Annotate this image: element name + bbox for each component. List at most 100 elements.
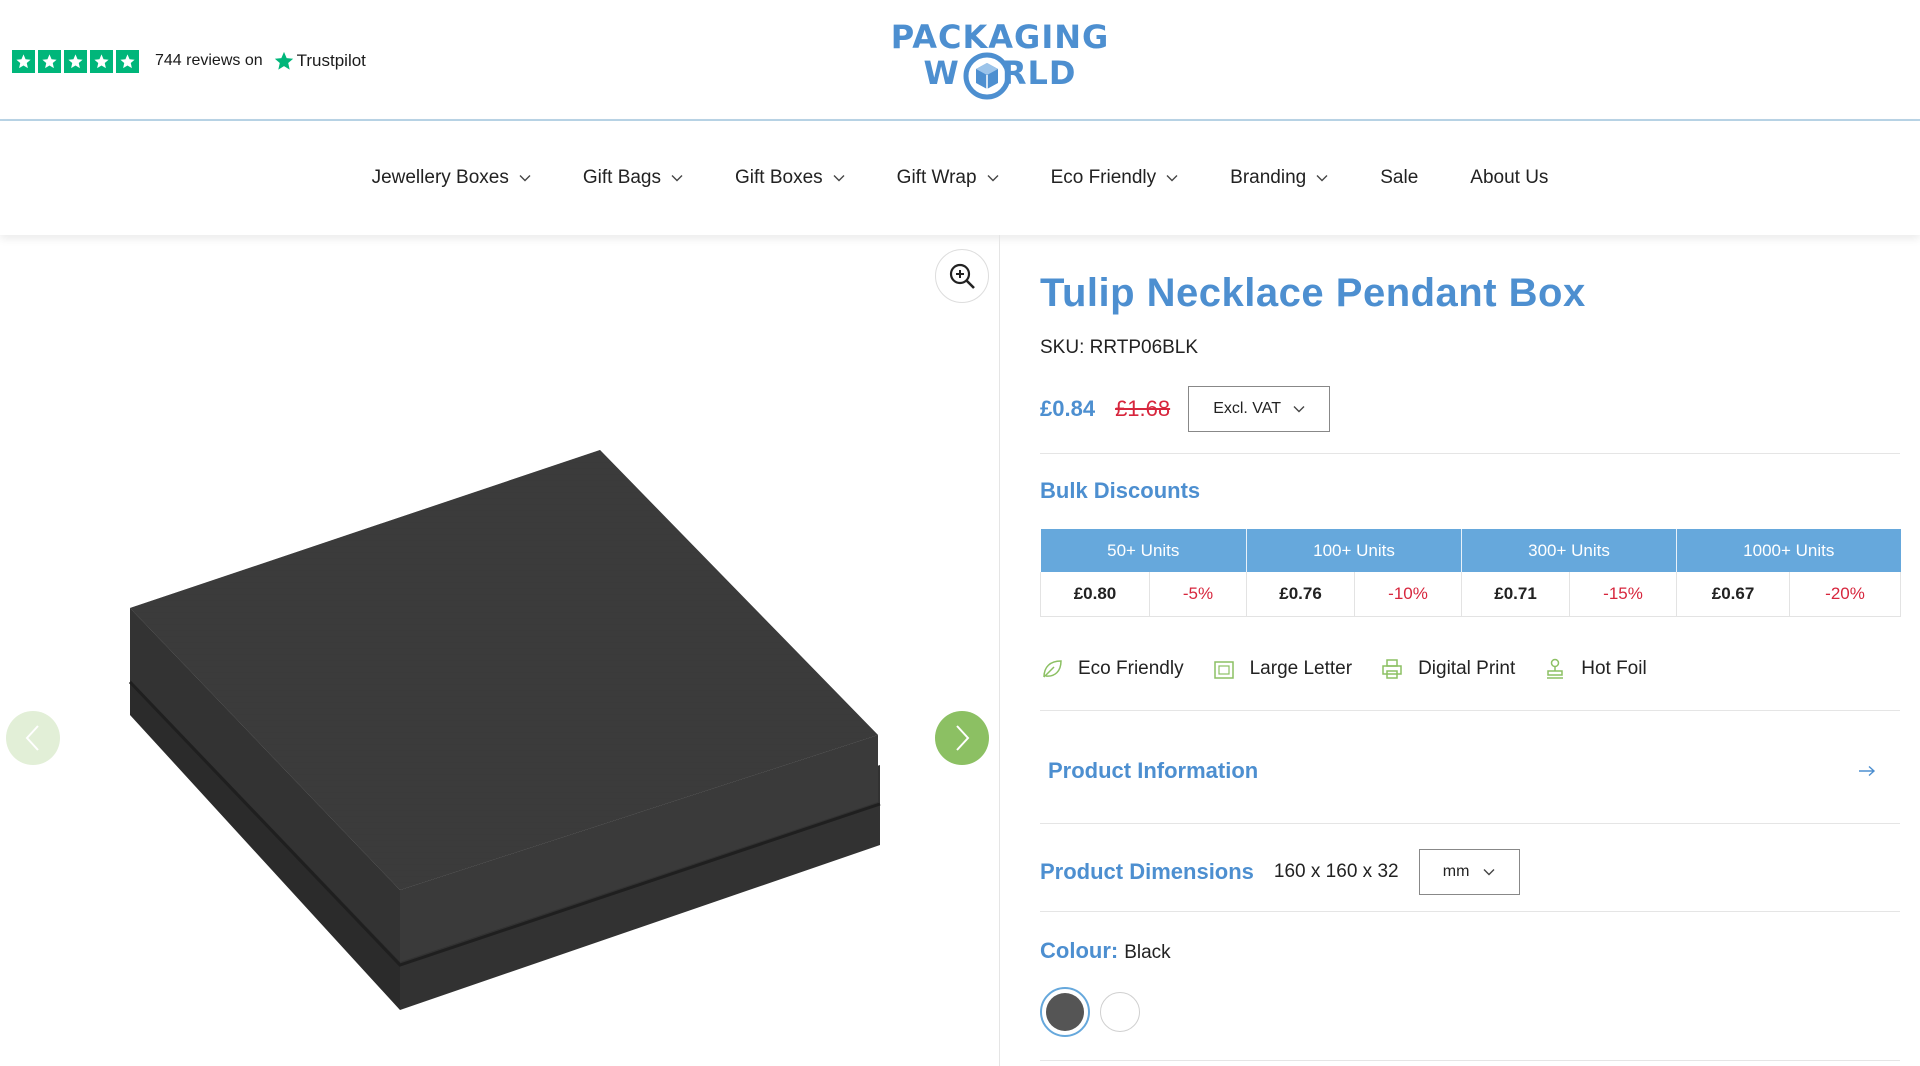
gallery-next-button[interactable] — [935, 711, 989, 765]
product-dimensions-value: 160 x 160 x 32 — [1273, 861, 1399, 882]
product-image[interactable] — [120, 450, 900, 1030]
product-information-toggle[interactable]: Product Information — [1048, 751, 1900, 791]
top-header: 744 reviews on Trustpilot PACKAGING W RLD — [0, 0, 1920, 121]
nav-item-label: Gift Wrap — [896, 167, 977, 188]
trustpilot-star-icon — [274, 51, 293, 70]
nav-item-label: About Us — [1470, 167, 1549, 188]
chevron-down-icon — [1166, 175, 1178, 182]
main-nav: Jewellery Boxes Gift Bags Gift Boxes Gif… — [0, 121, 1920, 235]
nav-item-branding[interactable]: Branding — [1230, 167, 1328, 189]
chevron-down-icon — [671, 175, 683, 182]
tier-price: £0.67 — [1676, 572, 1790, 617]
tier-discount: -15% — [1569, 572, 1677, 617]
leaf-icon — [1043, 660, 1062, 678]
star-icon — [38, 49, 61, 73]
tier-price: £0.80 — [1040, 572, 1150, 617]
colour-title: Colour: — [1040, 938, 1119, 963]
box-globe-icon — [963, 52, 1011, 100]
trustpilot-widget[interactable]: 744 reviews on Trustpilot — [12, 48, 366, 74]
unit-select[interactable]: mm — [1418, 849, 1520, 895]
table-header-row: 50+ Units 100+ Units 300+ Units 1000+ Un… — [1040, 529, 1901, 572]
logo-w: W — [923, 54, 960, 92]
current-price: £0.84 — [1040, 396, 1096, 421]
chevron-down-icon — [1483, 869, 1495, 876]
vat-select-value: Excl. VAT — [1213, 400, 1282, 417]
nav-item-sale[interactable]: Sale — [1380, 167, 1418, 189]
tier-discount: -10% — [1354, 572, 1462, 617]
tier-header: 50+ Units — [1040, 529, 1247, 572]
logo-rld: RLD — [1001, 54, 1077, 92]
feature-label: Hot Foil — [1581, 658, 1647, 679]
star-icon — [12, 49, 35, 73]
nav-item-label: Gift Boxes — [735, 167, 823, 188]
trustpilot-stars — [12, 49, 139, 73]
arrow-right-icon — [1859, 765, 1876, 777]
chevron-down-icon — [987, 175, 999, 182]
star-icon — [116, 49, 139, 73]
divider — [1040, 823, 1900, 824]
feature-eco-friendly: Eco Friendly — [1040, 657, 1184, 681]
trustpilot-brand-label: Trustpilot — [296, 51, 366, 70]
vat-select[interactable]: Excl. VAT — [1188, 386, 1331, 432]
printer-icon — [1382, 659, 1402, 679]
swatch-white[interactable] — [1100, 992, 1140, 1032]
original-price: £1.68 — [1115, 396, 1171, 421]
product-dimensions-row: Product Dimensions 160 x 160 x 32 mm — [1040, 849, 1520, 895]
star-icon — [90, 49, 113, 73]
product-sku: SKU: RRTP06BLK — [1040, 337, 1199, 358]
nav-item-jewellery-boxes[interactable]: Jewellery Boxes — [372, 167, 531, 189]
feature-label: Large Letter — [1249, 658, 1353, 679]
stamp-icon — [1547, 658, 1564, 679]
colour-row: Colour: Black — [1040, 938, 1171, 964]
chevron-down-icon — [1293, 406, 1305, 413]
tier-price: £0.76 — [1246, 572, 1355, 617]
price-row: £0.84 £1.68 Excl. VAT — [1040, 385, 1331, 433]
chevron-right-icon — [956, 725, 970, 751]
gallery-prev-button[interactable] — [6, 711, 60, 765]
bulk-discounts-title: Bulk Discounts — [1040, 478, 1201, 503]
trustpilot-reviews-text: 744 reviews on — [155, 52, 263, 69]
feature-label: Eco Friendly — [1078, 658, 1184, 679]
nav-item-label: Eco Friendly — [1050, 167, 1157, 188]
product-information-title: Product Information — [1048, 758, 1259, 783]
chevron-down-icon — [519, 175, 531, 182]
chevron-down-icon — [833, 175, 845, 182]
feature-hot-foil: Hot Foil — [1543, 657, 1647, 681]
colour-swatches — [1040, 987, 1140, 1037]
feature-label: Digital Print — [1418, 658, 1516, 679]
table-row: £0.80 -5% £0.76 -10% £0.71 -15% £0.67 -2… — [1040, 572, 1902, 617]
product-title: Tulip Necklace Pendant Box — [1040, 271, 1586, 315]
swatch-dot — [1046, 993, 1084, 1031]
nav-item-gift-boxes[interactable]: Gift Boxes — [735, 167, 845, 189]
site-logo[interactable]: PACKAGING W RLD — [880, 18, 1120, 100]
tier-discount: -5% — [1148, 572, 1247, 617]
logo-line1: PACKAGING — [890, 18, 1110, 56]
nav-item-gift-wrap[interactable]: Gift Wrap — [897, 167, 999, 189]
tier-price: £0.71 — [1461, 572, 1570, 617]
feature-digital-print: Digital Print — [1380, 657, 1515, 681]
nav-item-label: Gift Bags — [582, 167, 662, 188]
feature-large-letter: Large Letter — [1212, 657, 1352, 681]
nav-item-about-us[interactable]: About Us — [1470, 167, 1548, 189]
product-dimensions-title: Product Dimensions — [1040, 859, 1254, 884]
zoom-button[interactable] — [935, 249, 989, 303]
nav-item-eco-friendly[interactable]: Eco Friendly — [1051, 167, 1179, 189]
divider — [1040, 911, 1900, 912]
bulk-discounts-table: 50+ Units 100+ Units 300+ Units 1000+ Un… — [1040, 529, 1902, 617]
letterbox-icon — [1213, 661, 1234, 679]
swatch-black[interactable] — [1040, 987, 1090, 1037]
tier-header: 300+ Units — [1461, 529, 1677, 572]
divider — [1040, 1060, 1900, 1061]
nav-item-label: Jewellery Boxes — [371, 167, 509, 188]
divider — [1040, 710, 1900, 711]
nav-item-gift-bags[interactable]: Gift Bags — [583, 167, 683, 189]
nav-item-label: Sale — [1380, 167, 1419, 188]
nav-item-label: Branding — [1230, 167, 1307, 188]
trustpilot-brand: Trustpilot — [273, 50, 366, 72]
tier-discount: -20% — [1789, 572, 1902, 617]
tier-header: 100+ Units — [1246, 529, 1462, 572]
chevron-down-icon — [1316, 175, 1328, 182]
divider — [1040, 453, 1900, 454]
zoom-in-icon — [949, 263, 975, 289]
unit-select-value: mm — [1442, 863, 1470, 880]
